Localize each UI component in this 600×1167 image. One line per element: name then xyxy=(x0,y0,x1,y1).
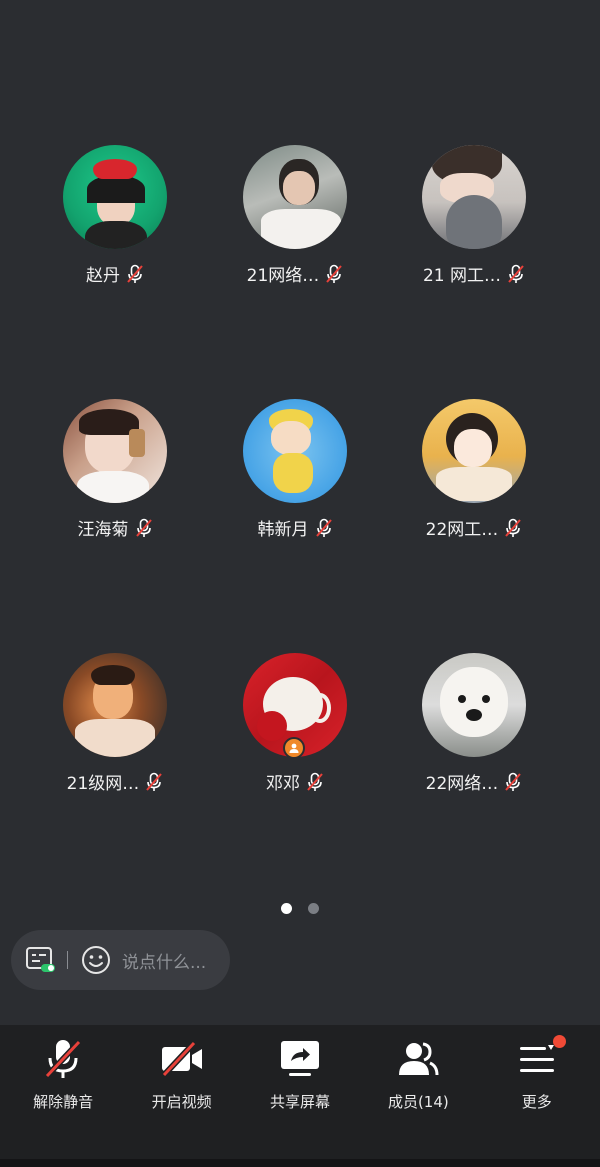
avatar xyxy=(422,653,526,757)
participant-tile[interactable]: 21级网… xyxy=(15,653,215,803)
chat-bar[interactable]: 说点什么... xyxy=(11,930,230,990)
participant-name: 汪海菊 xyxy=(77,520,129,540)
muted-mic-icon xyxy=(505,518,522,537)
avatar xyxy=(63,399,167,503)
notification-dot xyxy=(552,1035,566,1048)
muted-mic-icon xyxy=(135,518,152,537)
participant-name: 韩新月 xyxy=(257,520,309,540)
muted-mic-icon xyxy=(508,264,524,283)
participant-tile[interactable]: 汪海菊 xyxy=(15,399,215,549)
muted-mic-icon xyxy=(307,772,323,791)
avatar xyxy=(422,399,526,503)
avatar xyxy=(243,399,347,503)
emoji-icon[interactable] xyxy=(80,944,112,976)
members-button[interactable]: 成员(14) xyxy=(363,1037,473,1112)
muted-mic-icon xyxy=(146,772,163,791)
page-dot[interactable] xyxy=(308,903,319,914)
participant-name: 21网络… xyxy=(246,266,320,286)
share-screen-button[interactable]: 共享屏幕 xyxy=(245,1037,355,1112)
muted-mic-icon xyxy=(127,264,143,283)
participant-tile[interactable]: 韩新月 xyxy=(195,399,395,549)
more-label: 更多 xyxy=(521,1093,552,1111)
start-video-button[interactable]: 开启视频 xyxy=(127,1037,237,1112)
video-off-icon xyxy=(161,1041,202,1077)
avatar xyxy=(63,145,167,249)
avatar xyxy=(243,145,347,249)
participant-name: 21级网… xyxy=(66,774,140,794)
unmute-button[interactable]: 解除静音 xyxy=(8,1037,118,1112)
host-badge-icon xyxy=(283,737,305,759)
participant-name: 21 网工… xyxy=(422,266,502,286)
chat-input-placeholder[interactable]: 说点什么... xyxy=(122,948,206,973)
meeting-screen: 赵丹 21网络… 21 网工… 汪海菊 韩新月 22网工… 21级网… 邓邓 2… xyxy=(0,0,600,1167)
participant-name: 邓邓 xyxy=(266,774,300,794)
members-label: 成员(14) xyxy=(387,1093,449,1111)
more-button[interactable]: 更多 xyxy=(482,1035,592,1112)
muted-mic-icon xyxy=(326,264,343,283)
more-menu-icon xyxy=(519,1045,554,1072)
start-video-label: 开启视频 xyxy=(151,1093,212,1111)
participant-name: 赵丹 xyxy=(86,266,120,286)
muted-mic-icon xyxy=(45,1039,82,1079)
participant-tile[interactable]: 21网络… xyxy=(195,145,395,295)
avatar xyxy=(63,653,167,757)
participant-tile[interactable]: 22网工… xyxy=(374,399,574,549)
share-screen-label: 共享屏幕 xyxy=(269,1093,330,1111)
unmute-label: 解除静音 xyxy=(33,1093,94,1111)
muted-mic-icon xyxy=(315,518,332,537)
participant-tile[interactable]: 赵丹 xyxy=(15,145,215,295)
participant-tile[interactable]: 21 网工… xyxy=(374,145,574,295)
avatar xyxy=(422,145,526,249)
divider xyxy=(67,951,68,969)
meeting-toolbar: 解除静音 开启视频 共享屏幕 成员(14) 更多 xyxy=(0,1025,600,1159)
page-dot-active[interactable] xyxy=(281,903,292,914)
participant-tile[interactable]: 22网络… xyxy=(374,653,574,803)
muted-mic-icon xyxy=(505,772,522,791)
members-icon xyxy=(399,1042,439,1076)
participant-name: 22网工… xyxy=(425,520,499,540)
page-indicator xyxy=(0,903,600,914)
caption-icon[interactable] xyxy=(25,945,57,975)
share-screen-icon xyxy=(280,1041,319,1076)
participant-name: 22网络… xyxy=(425,774,499,794)
system-nav-bar xyxy=(0,1159,600,1167)
participant-tile[interactable]: 邓邓 xyxy=(195,653,395,803)
